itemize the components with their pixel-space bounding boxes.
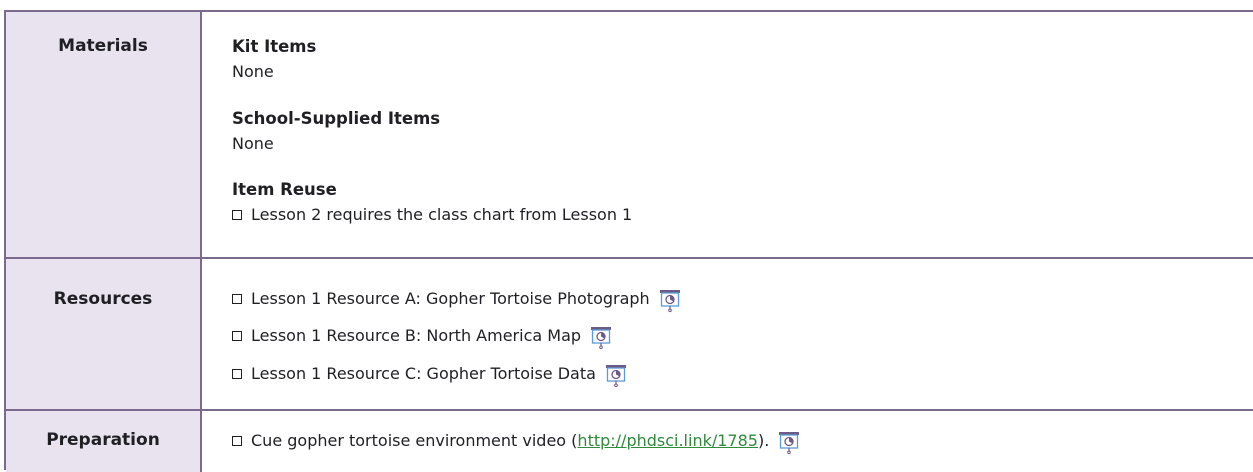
projector-icon[interactable]: [659, 289, 681, 313]
resource-text: Lesson 1 Resource A: Gopher Tortoise Pho…: [251, 289, 650, 308]
preparation-text-prefix: Cue gopher tortoise environment video (: [251, 431, 578, 450]
preparation-content: Cue gopher tortoise environment video (h…: [202, 411, 1253, 472]
item-reuse-text: Lesson 2 requires the class chart from L…: [251, 205, 633, 224]
preparation-label-cell: Preparation: [6, 411, 202, 472]
resource-text: Lesson 1 Resource B: North America Map: [251, 326, 582, 345]
item-reuse-heading: Item Reuse: [232, 180, 337, 199]
resource-item: Lesson 1 Resource A: Gopher Tortoise Pho…: [232, 287, 681, 313]
materials-content: Kit Items None School-Supplied Items Non…: [202, 12, 1253, 257]
resources-label-cell: Resources: [6, 259, 202, 409]
resources-content: Lesson 1 Resource A: Gopher Tortoise Pho…: [202, 259, 1253, 409]
materials-label-cell: Materials: [6, 12, 202, 257]
preparation-text-suffix: ).: [757, 431, 770, 450]
projector-icon[interactable]: [778, 431, 800, 455]
resources-row: Resources Lesson 1 Resource A: Gopher To…: [6, 259, 1253, 411]
item-reuse-item: Lesson 2 requires the class chart from L…: [232, 205, 632, 225]
preparation-item: Cue gopher tortoise environment video (h…: [232, 429, 800, 455]
checkbox-icon[interactable]: [232, 294, 242, 304]
resource-item: Lesson 1 Resource C: Gopher Tortoise Dat…: [232, 362, 627, 388]
projector-icon[interactable]: [605, 364, 627, 388]
kit-items-heading: Kit Items: [232, 37, 317, 56]
preparation-label: Preparation: [46, 430, 160, 450]
materials-row: Materials Kit Items None School-Supplied…: [6, 12, 1253, 259]
projector-icon[interactable]: [590, 326, 612, 350]
materials-table: Materials Kit Items None School-Supplied…: [4, 10, 1253, 472]
checkbox-icon[interactable]: [232, 210, 242, 220]
video-link[interactable]: http://phdsci.link/1785: [577, 431, 758, 451]
resource-item: Lesson 1 Resource B: North America Map: [232, 324, 612, 350]
materials-label: Materials: [58, 36, 148, 56]
checkbox-icon[interactable]: [232, 436, 242, 446]
school-supplied-value: None: [232, 134, 274, 153]
preparation-row: Preparation Cue gopher tortoise environm…: [6, 411, 1253, 472]
kit-items-value: None: [232, 62, 274, 81]
resources-label: Resources: [53, 289, 153, 309]
resource-text: Lesson 1 Resource C: Gopher Tortoise Dat…: [251, 364, 596, 383]
checkbox-icon[interactable]: [232, 369, 242, 379]
checkbox-icon[interactable]: [232, 331, 242, 341]
school-supplied-heading: School-Supplied Items: [232, 109, 441, 128]
